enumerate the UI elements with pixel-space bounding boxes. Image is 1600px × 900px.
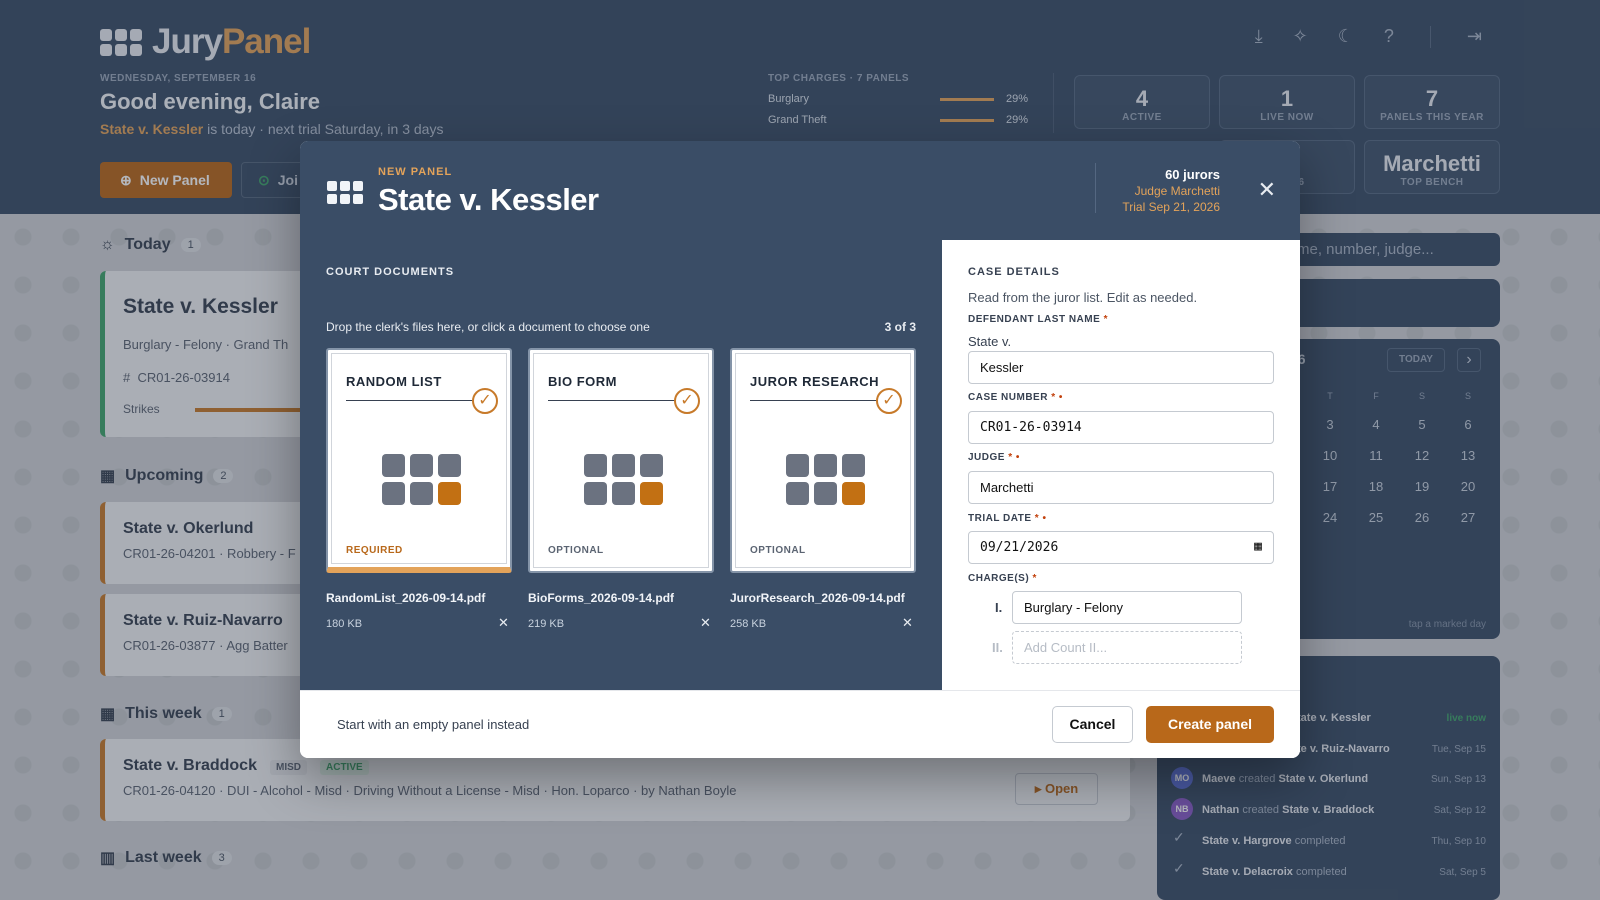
document-tag: OPTIONAL [750,545,806,556]
create-panel-button[interactable]: Create panel [1146,706,1274,743]
grid-logo-icon [327,181,363,204]
panel-summary: 60 jurors Judge Marchetti Trial Sep 21, … [1122,167,1220,215]
check-icon: ✓ [472,388,498,414]
dialog-header: NEW PANEL State v. Kessler 60 jurors Jud… [300,141,1300,240]
trial-date-label: TRIAL DATE * • [968,513,1047,524]
count-number: II. [992,640,1003,655]
file-name: JurorResearch_2026-09-14.pdf [730,591,905,605]
count-number: I. [995,600,1003,615]
field-label: DEFENDANT LAST NAME [968,314,1101,325]
field-label: CHARGE(S) [968,573,1030,584]
document-tag: OPTIONAL [548,545,604,556]
new-panel-dialog: NEW PANEL State v. Kessler 60 jurors Jud… [300,141,1300,758]
file-size: 219 KB [528,618,565,630]
drop-instructions: Drop the clerk's files here, or click a … [326,320,650,334]
document-rule [346,400,480,401]
header-divider [1095,163,1096,213]
dialog-title: State v. Kessler [378,182,599,217]
remove-file-icon[interactable]: ✕ [498,615,509,631]
case-number-label: CASE NUMBER * • [968,392,1063,403]
case-number-field[interactable]: CR01-26-03914 [968,411,1274,444]
check-icon: ✓ [876,388,902,414]
check-icon: ✓ [674,388,700,414]
field-label: CASE NUMBER [968,392,1048,403]
defendant-field[interactable]: Kessler [968,351,1274,384]
empty-panel-link[interactable]: Start with an empty panel instead [337,717,529,732]
dialog-kicker: NEW PANEL [378,166,453,178]
judge-label: JUDGE * • [968,452,1020,463]
section-description: Read from the juror list. Edit as needed… [968,290,1198,305]
dialog-footer: Start with an empty panel instead Cancel… [300,690,1300,758]
trial-date-field[interactable]: 09/21/2026 ▦ [968,531,1274,564]
remove-file-icon[interactable]: ✕ [700,615,711,631]
document-label: RANDOM LIST [346,374,442,389]
field-label: TRIAL DATE [968,513,1032,524]
file-size: 180 KB [326,618,363,630]
case-details: CASE DETAILS Read from the juror list. E… [942,240,1300,690]
document-icon [584,454,663,505]
document-icon [382,454,461,505]
file-name: RandomList_2026-09-14.pdf [326,591,486,605]
document-label: BIO FORM [548,374,617,389]
document-rule [750,400,884,401]
judge-name: Judge Marchetti [1134,184,1220,198]
document-rule [548,400,682,401]
add-charge-field[interactable]: Add Count II... [1012,631,1242,664]
defendant-prefix: State v. [968,334,1012,349]
document-label: JUROR RESEARCH [750,374,880,389]
section-heading: CASE DETAILS [968,266,1060,278]
file-name: BioForms_2026-09-14.pdf [528,591,675,605]
cancel-button[interactable]: Cancel [1052,706,1133,743]
document-count: 3 of 3 [884,320,916,334]
date-value: 09/21/2026 [980,540,1059,555]
juror-count: 60 jurors [1165,167,1220,182]
section-heading: COURT DOCUMENTS [326,266,455,278]
defendant-label: DEFENDANT LAST NAME * [968,314,1108,325]
charge-field[interactable]: Burglary - Felony [1012,591,1242,624]
document-juror-research[interactable]: JUROR RESEARCH ✓ OPTIONAL [730,348,916,573]
close-icon[interactable]: ✕ [1258,177,1276,203]
document-random-list[interactable]: RANDOM LIST ✓ REQUIRED [326,348,512,573]
trial-date: Trial Sep 21, 2026 [1122,200,1220,214]
court-documents: COURT DOCUMENTS Drop the clerk's files h… [300,240,942,690]
judge-field[interactable]: Marchetti [968,471,1274,504]
document-icon [786,454,865,505]
field-label: JUDGE [968,452,1005,463]
charges-label: CHARGE(S) * [968,573,1037,584]
document-tag: REQUIRED [346,545,403,556]
file-size: 258 KB [730,618,767,630]
document-bio-form[interactable]: BIO FORM ✓ OPTIONAL [528,348,714,573]
remove-file-icon[interactable]: ✕ [902,615,913,631]
calendar-icon[interactable]: ▦ [1254,539,1262,554]
